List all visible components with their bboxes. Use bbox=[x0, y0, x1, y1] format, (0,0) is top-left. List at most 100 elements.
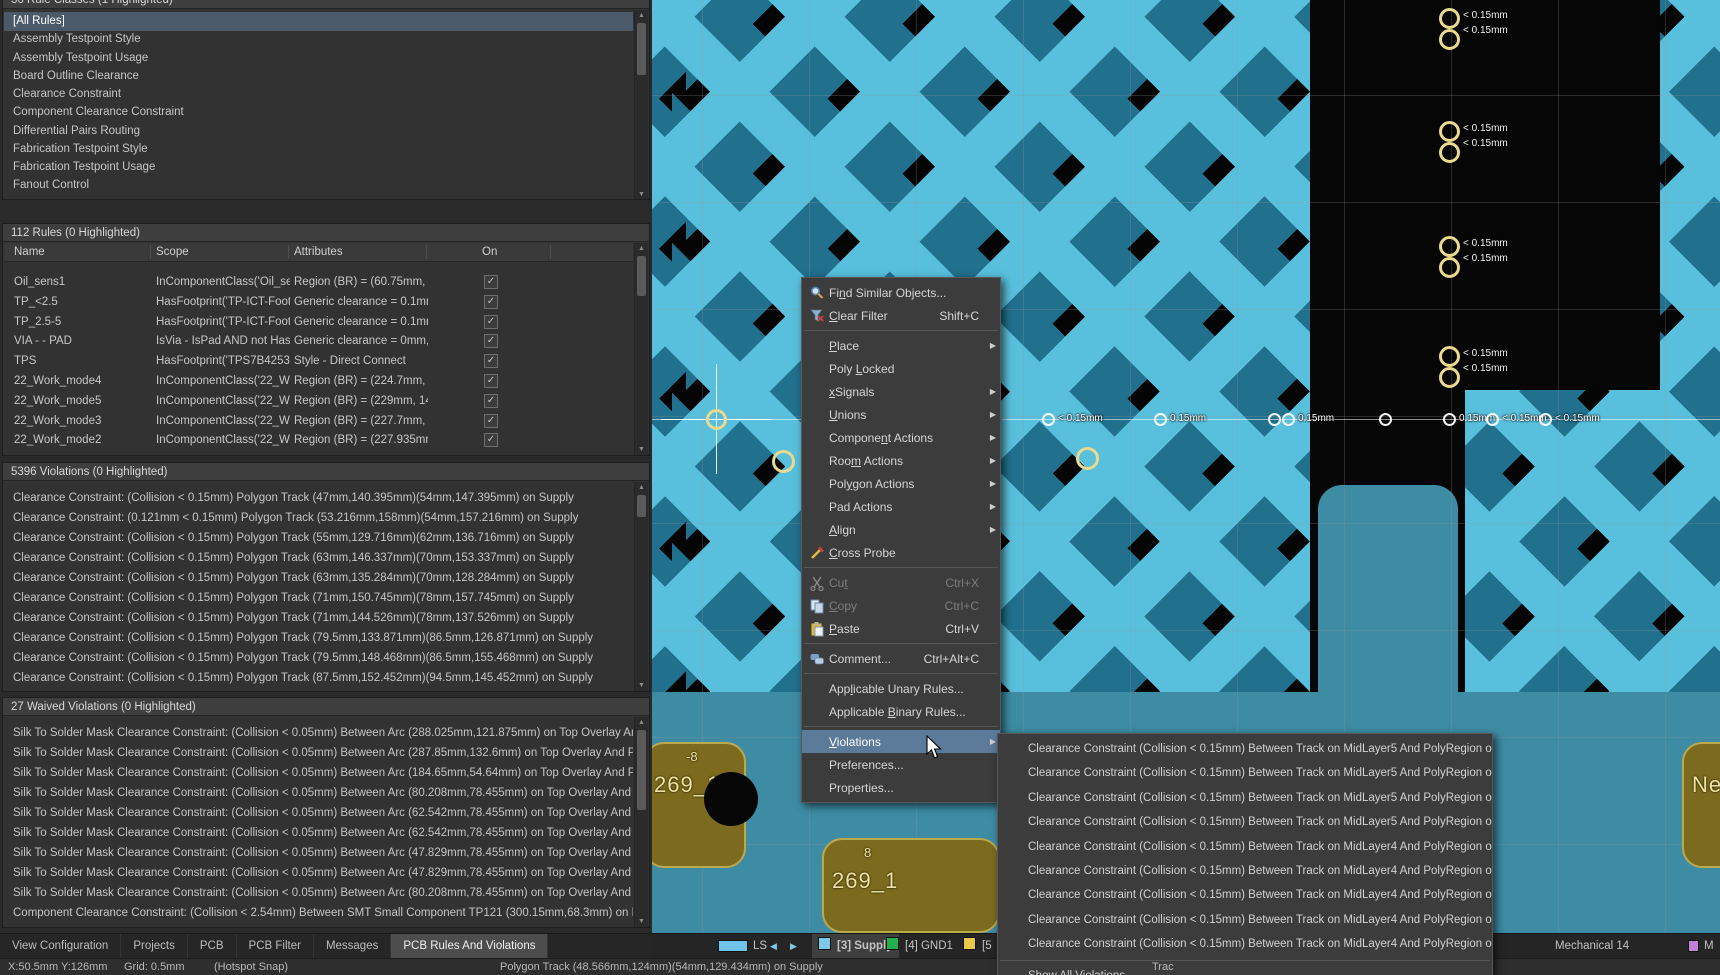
rules-column-header[interactable]: Name bbox=[14, 243, 45, 261]
rule-class-item[interactable]: Fabrication Testpoint Usage bbox=[4, 158, 633, 177]
violation-marker-ring[interactable] bbox=[1282, 413, 1295, 426]
rule-class-item[interactable]: Board Outline Clearance bbox=[4, 67, 633, 86]
submenu-violation-item[interactable]: Clearance Constraint (Collision < 0.15mm… bbox=[998, 737, 1492, 761]
menu-item-poly-locked[interactable]: Poly Locked bbox=[802, 357, 1000, 380]
submenu-violation-item[interactable]: Clearance Constraint (Collision < 0.15mm… bbox=[998, 908, 1492, 932]
violation-item[interactable]: Clearance Constraint: (Collision < 0.15m… bbox=[4, 569, 633, 588]
rule-class-item[interactable]: Differential Pairs Routing bbox=[4, 122, 633, 141]
layer-tab[interactable]: [5 bbox=[957, 934, 998, 959]
waived-violation-item[interactable]: Silk To Solder Mask Clearance Constraint… bbox=[4, 764, 633, 783]
submenu-violation-item[interactable]: Clearance Constraint (Collision < 0.15mm… bbox=[998, 883, 1492, 907]
violation-marker-ring[interactable] bbox=[1443, 413, 1456, 426]
via-ring[interactable] bbox=[1076, 447, 1099, 470]
violation-marker-ring[interactable] bbox=[1379, 413, 1392, 426]
rule-enabled-checkbox[interactable]: ✓ bbox=[484, 354, 498, 368]
rule-row[interactable]: Oil_sens1InComponentClass('Oil_sen...Reg… bbox=[4, 272, 633, 292]
submenu-violation-item[interactable]: Clearance Constraint (Collision < 0.15mm… bbox=[998, 859, 1492, 883]
ls-label[interactable]: LS bbox=[753, 934, 767, 959]
violation-marker-ring[interactable] bbox=[1042, 413, 1055, 426]
pad-ring[interactable] bbox=[1439, 346, 1460, 367]
pad-ring[interactable] bbox=[1439, 236, 1460, 257]
rule-enabled-checkbox[interactable]: ✓ bbox=[484, 334, 498, 348]
component-pad[interactable]: 1-8NetR2 bbox=[1682, 742, 1720, 868]
component-pad[interactable]: -8269_1 bbox=[652, 742, 746, 868]
rule-enabled-checkbox[interactable]: ✓ bbox=[484, 433, 498, 447]
menu-item-component-actions[interactable]: Component Actions▶ bbox=[802, 426, 1000, 449]
menu-item-room-actions[interactable]: Room Actions▶ bbox=[802, 449, 1000, 472]
rule-row[interactable]: 22_Work_mode2InComponentClass('22_Wo...R… bbox=[4, 430, 633, 450]
pad-ring[interactable] bbox=[1439, 8, 1460, 29]
rule-row[interactable]: TP_<2.5HasFootprint('TP-ICT-Footp...Gene… bbox=[4, 292, 633, 312]
rule-class-item[interactable]: Assembly Testpoint Style bbox=[4, 30, 633, 49]
ls-layer-swatch[interactable] bbox=[718, 940, 748, 952]
rule-enabled-checkbox[interactable]: ✓ bbox=[484, 315, 498, 329]
panel-tab-messages[interactable]: Messages bbox=[314, 934, 391, 959]
mechanical-layer-partial[interactable]: M bbox=[1704, 934, 1714, 959]
menu-item-pad-actions[interactable]: Pad Actions▶ bbox=[802, 495, 1000, 518]
menu-item-cross-probe[interactable]: Cross Probe bbox=[802, 541, 1000, 564]
submenu-violation-item[interactable]: Clearance Constraint (Collision < 0.15mm… bbox=[998, 761, 1492, 785]
rule-row[interactable]: VIA - - PADIsVia - IsPad AND not HasF...… bbox=[4, 331, 633, 351]
waived-violation-item[interactable]: Component Clearance Constraint: (Collisi… bbox=[4, 904, 633, 923]
pad-ring[interactable] bbox=[1439, 29, 1460, 50]
rule-enabled-checkbox[interactable]: ✓ bbox=[484, 374, 498, 388]
menu-item-applicable-binary-rules[interactable]: Applicable Binary Rules... bbox=[802, 700, 1000, 723]
pad-ring[interactable] bbox=[1439, 121, 1460, 142]
show-all-violations-item[interactable]: Show All Violations... bbox=[998, 964, 1492, 975]
panel-tab-pcb[interactable]: PCB bbox=[188, 934, 237, 959]
violation-item[interactable]: Clearance Constraint: (Collision < 0.15m… bbox=[4, 549, 633, 568]
violation-item[interactable]: Clearance Constraint: (Collision < 0.15m… bbox=[4, 529, 633, 548]
violation-marker-ring[interactable] bbox=[1539, 413, 1552, 426]
rules-column-header[interactable]: Scope bbox=[156, 243, 189, 261]
rule-class-item[interactable]: Clearance Constraint bbox=[4, 85, 633, 104]
rule-class-item[interactable]: Fabrication Testpoint Style bbox=[4, 140, 633, 159]
panel-tab-pcb-rules-and-violations[interactable]: PCB Rules And Violations bbox=[391, 934, 548, 959]
layer-scroll-left-icon[interactable]: ◀ bbox=[770, 934, 777, 959]
violation-item[interactable]: Clearance Constraint: (Collision < 0.15m… bbox=[4, 669, 633, 688]
rule-class-item[interactable]: Fanout Control bbox=[4, 176, 633, 195]
submenu-violation-item[interactable]: Clearance Constraint (Collision < 0.15mm… bbox=[998, 786, 1492, 810]
violation-item[interactable]: Clearance Constraint: (0.121mm < 0.15mm)… bbox=[4, 509, 633, 528]
menu-item-clear-filter[interactable]: Clear FilterShift+C bbox=[802, 304, 1000, 327]
pad-ring[interactable] bbox=[1439, 367, 1460, 388]
rule-row[interactable]: TPSHasFootprint('TPS7B4253Q...Style - Di… bbox=[4, 351, 633, 371]
layer-scroll-right-icon[interactable]: ▶ bbox=[790, 934, 797, 959]
violation-item[interactable]: Clearance Constraint: (Collision < 0.15m… bbox=[4, 649, 633, 668]
rule-row[interactable]: 22_Work_mode3InComponentClass('22_Wo...R… bbox=[4, 411, 633, 431]
rule-classes-scrollbar[interactable]: ▲▼ bbox=[634, 10, 648, 200]
rule-row[interactable]: TP_2.5-5HasFootprint('TP-ICT-Footp...Gen… bbox=[4, 312, 633, 332]
menu-item-place[interactable]: Place▶ bbox=[802, 334, 1000, 357]
waived-violation-item[interactable]: Silk To Solder Mask Clearance Constraint… bbox=[4, 724, 633, 743]
waived-scrollbar[interactable]: ▲▼ bbox=[634, 717, 648, 927]
via-ring[interactable] bbox=[772, 450, 795, 473]
menu-item-comment[interactable]: Comment...Ctrl+Alt+C bbox=[802, 647, 1000, 670]
waived-violation-item[interactable]: Silk To Solder Mask Clearance Constraint… bbox=[4, 804, 633, 823]
rules-scrollbar[interactable]: ▲▼ bbox=[634, 243, 648, 455]
menu-item-paste[interactable]: PasteCtrl+V bbox=[802, 617, 1000, 640]
mechanical-layer-swatch[interactable] bbox=[1688, 940, 1699, 952]
waived-violation-item[interactable]: Silk To Solder Mask Clearance Constraint… bbox=[4, 744, 633, 763]
violation-item[interactable]: Clearance Constraint: (Collision < 0.15m… bbox=[4, 629, 633, 648]
menu-item-violations[interactable]: Violations▶ bbox=[802, 730, 1000, 753]
rule-class-item[interactable]: Component Clearance Constraint bbox=[4, 103, 633, 122]
panel-tab-pcb-filter[interactable]: PCB Filter bbox=[237, 934, 314, 959]
menu-item-preferences[interactable]: Preferences... bbox=[802, 753, 1000, 776]
menu-item-polygon-actions[interactable]: Polygon Actions▶ bbox=[802, 472, 1000, 495]
menu-item-applicable-unary-rules[interactable]: Applicable Unary Rules... bbox=[802, 677, 1000, 700]
menu-item-align[interactable]: Align▶ bbox=[802, 518, 1000, 541]
layer-tab[interactable]: [4] GND1 bbox=[880, 934, 959, 959]
waived-violation-item[interactable]: Silk To Solder Mask Clearance Constraint… bbox=[4, 844, 633, 863]
waived-violation-item[interactable]: Silk To Solder Mask Clearance Constraint… bbox=[4, 864, 633, 883]
violation-item[interactable]: Clearance Constraint: (Collision < 0.15m… bbox=[4, 589, 633, 608]
rules-column-header[interactable]: Attributes bbox=[294, 243, 343, 261]
submenu-violation-item[interactable]: Clearance Constraint (Collision < 0.15mm… bbox=[998, 835, 1492, 859]
rules-column-header[interactable]: On bbox=[482, 243, 497, 261]
rule-enabled-checkbox[interactable]: ✓ bbox=[484, 414, 498, 428]
mechanical-layer-label[interactable]: Mechanical 14 bbox=[1555, 934, 1629, 959]
panel-tab-view-configuration[interactable]: View Configuration bbox=[0, 934, 121, 959]
waived-violation-item[interactable]: Silk To Solder Mask Clearance Constraint… bbox=[4, 884, 633, 903]
pad-ring[interactable] bbox=[1439, 142, 1460, 163]
rule-row[interactable]: 22_Work_mode4InComponentClass('22_Wo...R… bbox=[4, 371, 633, 391]
menu-item-unions[interactable]: Unions▶ bbox=[802, 403, 1000, 426]
waived-violation-item[interactable]: Silk To Solder Mask Clearance Constraint… bbox=[4, 824, 633, 843]
